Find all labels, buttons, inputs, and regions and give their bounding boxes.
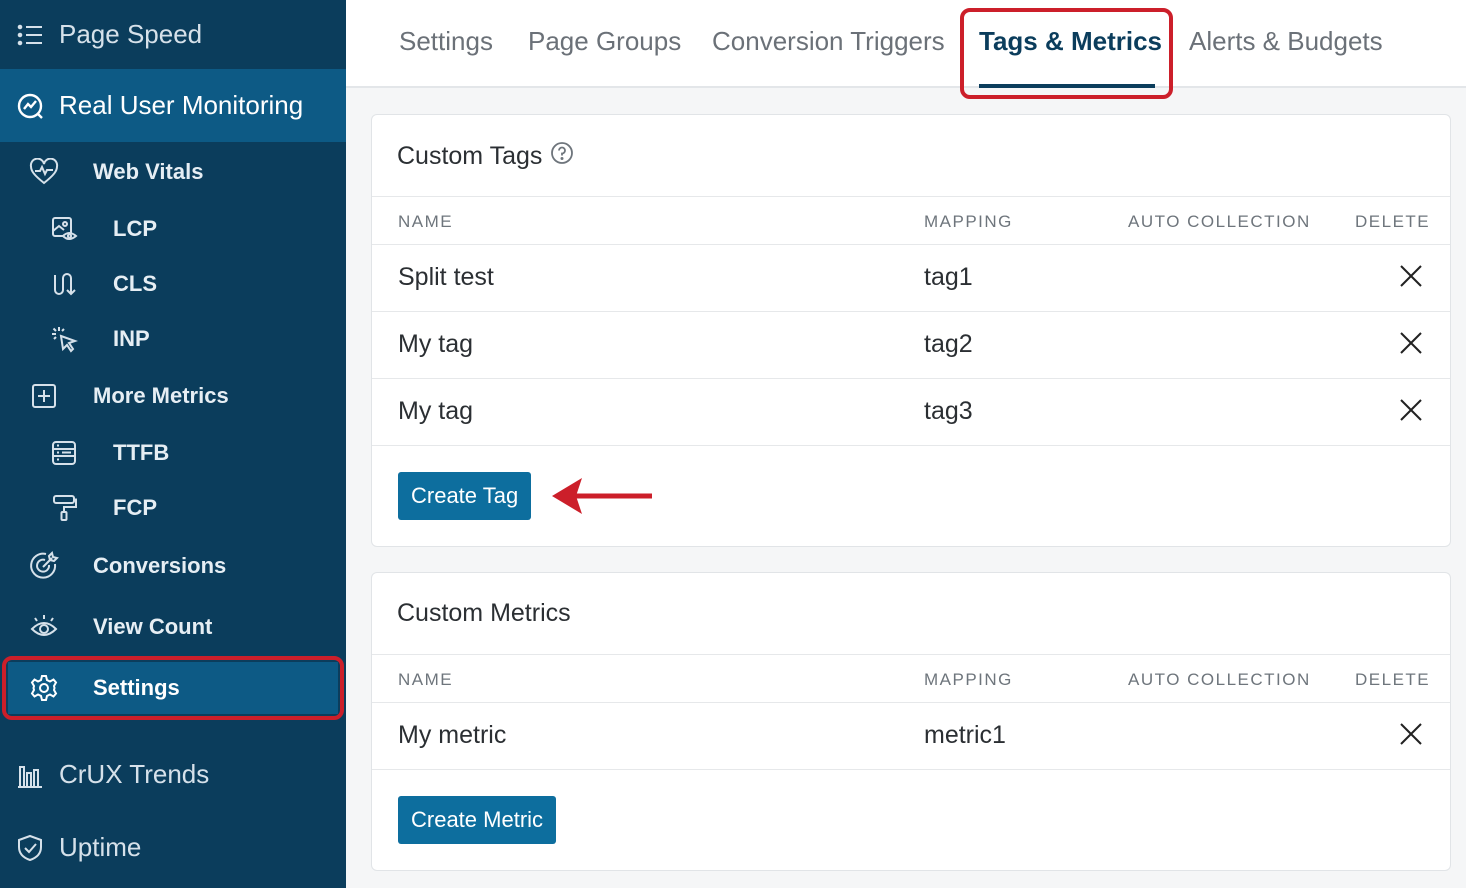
nav-label: Real User Monitoring [59, 90, 304, 120]
nav-fcp[interactable]: FCP [0, 481, 346, 535]
column-header-mapping: MAPPING [924, 212, 1013, 231]
card-title-text: Custom Metrics [397, 599, 571, 627]
highlight-box-tab [960, 8, 1173, 99]
plus-square-icon [28, 380, 60, 412]
custom-metrics-card: Custom Metrics NAME MAPPING AUTO COLLECT… [371, 572, 1451, 871]
shield-check-icon [16, 834, 44, 862]
divider [372, 769, 1450, 770]
tab-alerts-budgets[interactable]: Alerts & Budgets [1189, 26, 1383, 57]
tag-mapping: tag2 [924, 330, 973, 358]
tag-name: My tag [398, 330, 474, 358]
close-icon[interactable] [1398, 397, 1424, 423]
nav-lcp[interactable]: LCP [0, 202, 346, 256]
divider [372, 702, 1450, 703]
nav-real-user-monitoring[interactable]: Real User Monitoring [0, 69, 346, 142]
nav-conversions[interactable]: Conversions [0, 539, 346, 593]
nav-label: CLS [113, 271, 157, 296]
nav-label: FCP [113, 495, 157, 520]
tag-name: Split test [398, 263, 494, 291]
nav-page-speed[interactable]: Page Speed [0, 0, 346, 69]
gauge-icon [16, 92, 44, 120]
nav-inp[interactable]: INP [0, 312, 346, 366]
nav-label: Page Speed [59, 19, 203, 49]
highlight-box-settings [2, 656, 344, 720]
tag-name: My tag [398, 397, 474, 425]
heart-pulse-icon [28, 156, 60, 188]
column-header-delete: DELETE [1355, 212, 1431, 231]
divider [372, 196, 1450, 197]
layout-shift-icon [48, 268, 80, 300]
nav-more-metrics[interactable]: More Metrics [0, 369, 346, 423]
divider [372, 311, 1450, 312]
nav-label: Uptime [59, 832, 142, 862]
target-icon [28, 550, 60, 582]
tag-mapping: tag1 [924, 263, 973, 291]
nav-label: View Count [93, 614, 213, 639]
tab-page-groups[interactable]: Page Groups [528, 26, 681, 57]
custom-tags-card: Custom Tags NAME MAPPING AUTO COLLECTION… [371, 114, 1451, 547]
divider [372, 654, 1450, 655]
create-tag-button[interactable]: Create Tag [398, 472, 532, 520]
close-icon[interactable] [1398, 721, 1424, 747]
bar-chart-icon [16, 761, 44, 789]
column-header-name: NAME [398, 670, 454, 689]
nav-label: Conversions [93, 553, 227, 578]
close-icon[interactable] [1398, 330, 1424, 356]
server-icon [48, 437, 80, 469]
image-eye-icon [48, 213, 80, 245]
column-header-name: NAME [398, 212, 454, 231]
close-icon[interactable] [1398, 263, 1424, 289]
arrow-left-icon [550, 475, 654, 522]
divider [372, 378, 1450, 379]
column-header-auto-collection: AUTO COLLECTION [1128, 212, 1311, 231]
nav-label: CrUX Trends [59, 759, 210, 789]
tag-mapping: tag3 [924, 397, 973, 425]
create-metric-button[interactable]: Create Metric [398, 796, 557, 844]
eye-icon [28, 611, 60, 643]
nav-label: INP [113, 326, 150, 351]
click-pointer-icon [48, 323, 80, 355]
nav-label: LCP [113, 216, 157, 241]
metric-mapping: metric1 [924, 721, 1006, 749]
paint-roller-icon [48, 492, 80, 524]
column-header-mapping: MAPPING [924, 670, 1013, 689]
nav-label: More Metrics [93, 383, 229, 408]
nav-label: Web Vitals [93, 159, 204, 184]
nav-view-count[interactable]: View Count [0, 600, 346, 654]
nav-ttfb[interactable]: TTFB [0, 426, 346, 480]
sidebar: Page Speed Real User Monitoring Web Vita… [0, 0, 346, 888]
tab-conversion-triggers[interactable]: Conversion Triggers [712, 26, 945, 57]
card-title: Custom Tags [397, 141, 574, 172]
divider [372, 244, 1450, 245]
column-header-delete: DELETE [1355, 670, 1431, 689]
nav-web-vitals[interactable]: Web Vitals [0, 145, 346, 199]
nav-cls[interactable]: CLS [0, 257, 346, 311]
nav-crux-trends[interactable]: CrUX Trends [0, 738, 346, 811]
card-title: Custom Metrics [397, 599, 571, 628]
column-header-auto-collection: AUTO COLLECTION [1128, 670, 1311, 689]
divider [372, 445, 1450, 446]
nav-label: TTFB [113, 440, 170, 465]
metric-name: My metric [398, 721, 507, 749]
help-icon[interactable] [550, 141, 574, 172]
nav-uptime[interactable]: Uptime [0, 811, 346, 884]
list-icon [16, 21, 44, 49]
tab-settings[interactable]: Settings [399, 26, 493, 57]
card-title-text: Custom Tags [397, 142, 543, 170]
